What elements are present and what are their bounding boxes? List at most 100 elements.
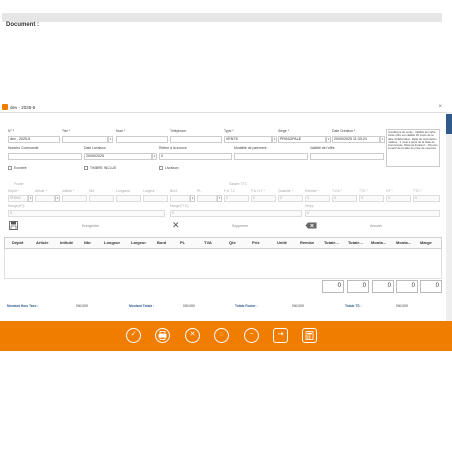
- total-box-3: 0: [372, 280, 394, 293]
- save-icon[interactable]: [9, 221, 18, 230]
- shipp-field[interactable]: 0: [305, 210, 440, 217]
- nbr-field[interactable]: [89, 195, 114, 202]
- section-header: Document :: [2, 13, 442, 28]
- print-icon[interactable]: [155, 328, 170, 343]
- grid-header-totale-2[interactable]: Totale...: [348, 238, 363, 248]
- lines-grid-body[interactable]: [4, 249, 442, 279]
- grid-header-pl[interactable]: PL: [180, 238, 185, 248]
- tiers-dropdown-icon[interactable]: ▾: [108, 136, 113, 143]
- grid-header-largeur[interactable]: Largeur: [131, 238, 146, 248]
- pl-field[interactable]: [197, 195, 217, 202]
- nom-field[interactable]: [116, 136, 168, 143]
- delete-icon[interactable]: ✕: [172, 220, 180, 230]
- quantite-field[interactable]: 0: [278, 195, 303, 202]
- type-label: Type *: [224, 129, 234, 133]
- check-icon[interactable]: ✓: [126, 328, 141, 343]
- tvadoc-field[interactable]: 0: [332, 195, 357, 202]
- date-creation-field[interactable]: 20/09/2025 11:33:24: [332, 136, 380, 143]
- marge-ht-field[interactable]: 0: [8, 210, 165, 217]
- target-icon[interactable]: ◌: [214, 328, 229, 343]
- timbre-checkbox[interactable]: [84, 166, 88, 170]
- enregistrer-button[interactable]: Enregistrer: [82, 224, 99, 228]
- bottom-toolbar: ✓ ✕ ◌ − ⇥: [0, 321, 452, 351]
- pl-dropdown-icon[interactable]: ▾: [217, 195, 222, 202]
- livraison-checkbox[interactable]: [159, 166, 163, 170]
- numero-commande-field[interactable]: [8, 153, 82, 160]
- marge-ttc-field[interactable]: 0: [170, 210, 302, 217]
- tiers-field[interactable]: [62, 136, 108, 143]
- puttc-label: P.U.H.T *: [251, 189, 265, 193]
- ttc-field[interactable]: 0: [359, 195, 384, 202]
- total-box-2: 0: [347, 280, 369, 293]
- largeur-field[interactable]: [143, 195, 168, 202]
- ht-field[interactable]: 0: [386, 195, 411, 202]
- window-title: dev - 2025-5: [10, 105, 36, 110]
- title-bar: dev - 2025-5 ×: [0, 103, 446, 113]
- puht-field[interactable]: 0: [224, 195, 249, 202]
- shipp-label: Shipp: [305, 204, 314, 208]
- conditions-textarea[interactable]: Conditions de vente : Validité de l'offr…: [386, 129, 440, 167]
- calculator-icon[interactable]: [302, 328, 317, 343]
- grid-header-qte[interactable]: Qte: [229, 238, 236, 248]
- remise-field[interactable]: 0: [305, 195, 330, 202]
- no-label: N° *: [8, 129, 15, 133]
- exit-icon[interactable]: ⇥: [273, 328, 288, 343]
- close-icon[interactable]: ×: [438, 103, 442, 112]
- montant-totale-label: Montant Totale :: [129, 304, 155, 308]
- telephone-field[interactable]: [170, 136, 222, 143]
- grid-header-prix[interactable]: Prix: [252, 238, 260, 248]
- vertical-scrollbar[interactable]: [446, 112, 452, 338]
- supprimer-button[interactable]: Supprimer: [232, 224, 248, 228]
- cancel-icon[interactable]: ✕: [185, 328, 200, 343]
- bord-field[interactable]: [170, 195, 190, 202]
- grid-header-longeur[interactable]: Longeur: [104, 238, 120, 248]
- grid-header-totale-1[interactable]: Totale...: [324, 238, 339, 248]
- montant-hors-taxe-value: 000.000: [76, 304, 88, 308]
- backspace-icon[interactable]: [305, 222, 317, 229]
- grid-header-bord[interactable]: Bord: [157, 238, 166, 248]
- puht-label: P.U.T.C: [224, 189, 236, 193]
- date-livraison-picker-icon[interactable]: ▾: [152, 153, 157, 160]
- modalite-paiement-field[interactable]: [234, 153, 308, 160]
- grid-header-remise[interactable]: Remise: [300, 238, 314, 248]
- totale-footer-label: Totale Footer :: [235, 304, 258, 308]
- article-field[interactable]: [35, 195, 55, 202]
- grid-header-depot[interactable]: Dépôt: [12, 238, 23, 248]
- grid-header-intitule[interactable]: Intitulé: [60, 238, 73, 248]
- type-field[interactable]: VENTE: [224, 136, 272, 143]
- grid-header-tva[interactable]: TVA: [204, 238, 212, 248]
- grid-header-marge[interactable]: Marge: [420, 238, 432, 248]
- intitule-field[interactable]: [62, 195, 87, 202]
- annuler-button[interactable]: Annuler: [370, 224, 382, 228]
- grid-header-montant-1[interactable]: Monta...: [371, 238, 386, 248]
- grid-header-montant-2[interactable]: Monta...: [396, 238, 411, 248]
- date-creation-picker-icon[interactable]: ▾: [380, 136, 385, 143]
- montant-hors-taxe-label: Montant Hors Taxe :: [7, 304, 39, 308]
- scroll-thumb[interactable]: [446, 114, 452, 134]
- sous-ttc-label: Salaire TTC: [229, 182, 248, 186]
- minus-icon[interactable]: −: [244, 328, 259, 343]
- date-livraison-field[interactable]: 20/09/2025: [84, 153, 152, 160]
- bord-dropdown-icon[interactable]: ▾: [190, 195, 195, 202]
- refere-source-field[interactable]: 0: [159, 153, 232, 160]
- grid-header-unite[interactable]: Unité: [277, 238, 287, 248]
- puttc-field[interactable]: 0: [251, 195, 276, 202]
- grid-header-nbr[interactable]: Nbr: [84, 238, 91, 248]
- intitule-label: Intitulé *: [62, 189, 75, 193]
- pl-label: PL: [197, 189, 202, 193]
- siege-dropdown-icon[interactable]: ▾: [326, 136, 331, 143]
- no-field[interactable]: dev - 2025-5: [8, 136, 60, 143]
- siege-field[interactable]: PRINCIPALE: [278, 136, 326, 143]
- type-dropdown-icon[interactable]: ▾: [272, 136, 277, 143]
- depot-dropdown-icon[interactable]: ▾: [28, 195, 33, 202]
- livraison-label: Livraison: [165, 166, 179, 170]
- bord-label: Bord: [170, 189, 178, 193]
- ttc2-field[interactable]: 0: [413, 195, 440, 202]
- validite-offre-field[interactable]: [310, 153, 384, 160]
- longueur-field[interactable]: [116, 195, 141, 202]
- article-dropdown-icon[interactable]: ▾: [55, 195, 60, 202]
- grid-header-article[interactable]: Article: [36, 238, 48, 248]
- timbre-label: TIMBRE INCLUS: [90, 166, 117, 170]
- exonere-checkbox[interactable]: [8, 166, 12, 170]
- depot-field[interactable]: PRINC: [8, 195, 28, 202]
